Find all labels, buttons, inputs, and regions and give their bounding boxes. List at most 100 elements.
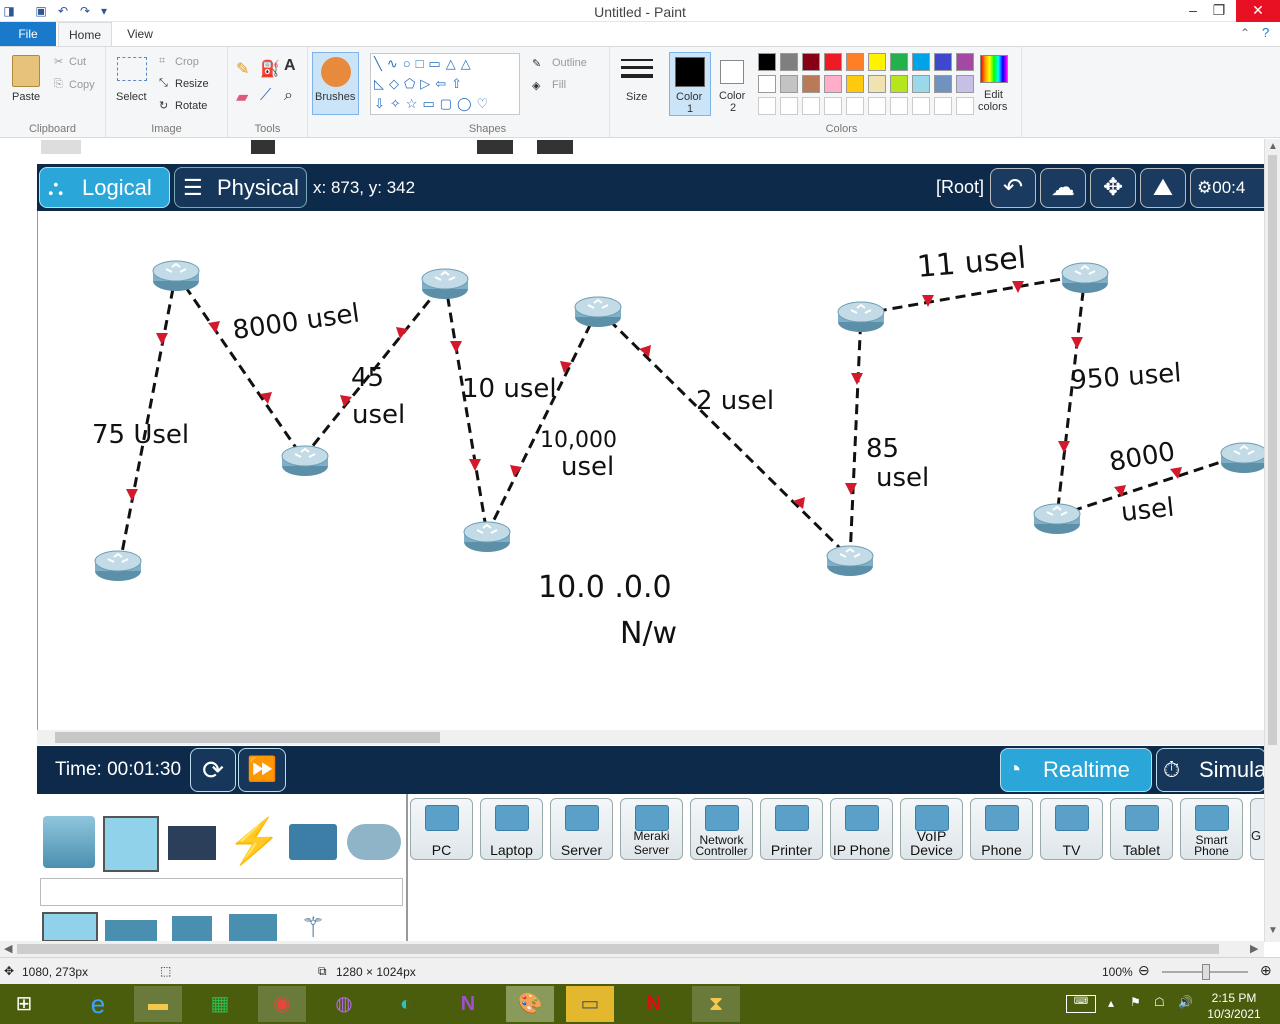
tab-home[interactable]: Home <box>58 22 112 46</box>
router[interactable] <box>152 260 200 292</box>
router[interactable] <box>1033 503 1081 535</box>
eraser-icon[interactable]: ▰ <box>236 87 248 107</box>
router[interactable] <box>837 301 885 333</box>
subcategory-power-grid-icon[interactable]: ⚚ <box>295 914 331 942</box>
fill-bucket-icon[interactable]: ⛽ <box>260 59 280 79</box>
chrome-icon[interactable]: ◉ <box>258 986 306 1022</box>
palette-swatch[interactable] <box>890 75 908 93</box>
device-laptop[interactable]: Laptop <box>480 798 543 860</box>
fill-button[interactable]: Fill <box>552 79 566 91</box>
action-flag-icon[interactable]: ⚑ <box>1130 995 1141 1009</box>
resize-button[interactable]: Resize <box>175 78 209 90</box>
copy-button[interactable]: Copy <box>69 79 95 91</box>
palette-empty-swatch[interactable] <box>868 97 886 115</box>
back-icon[interactable]: ↶ <box>990 168 1036 208</box>
outline-button[interactable]: Outline <box>552 57 587 69</box>
palette-swatch[interactable] <box>868 75 886 93</box>
store-icon[interactable]: ▦ <box>196 986 244 1022</box>
color-picker-icon[interactable]: ⟋ <box>260 87 271 105</box>
physical-tab[interactable]: ☰ Physical <box>174 167 307 208</box>
router[interactable] <box>826 545 874 577</box>
keyboard-icon[interactable]: ⌨ <box>1066 995 1096 1013</box>
scroll-right-icon[interactable]: ▶ <box>1250 942 1258 955</box>
subcategory-end-devices-icon[interactable] <box>42 912 98 942</box>
pt-horizontal-scrollbar[interactable] <box>37 730 1264 745</box>
palette-swatch[interactable] <box>802 75 820 93</box>
new-cluster-icon[interactable]: ☁ <box>1040 168 1086 208</box>
zoom-slider-thumb[interactable] <box>1202 964 1210 980</box>
palette-swatch[interactable] <box>956 53 974 71</box>
palette-swatch[interactable] <box>802 53 820 71</box>
horizontal-scroll-thumb[interactable] <box>17 944 1219 954</box>
close-button[interactable]: ✕ <box>1236 0 1280 22</box>
miscellaneous-category-icon[interactable] <box>289 824 337 860</box>
move-icon[interactable]: ✥ <box>1090 168 1136 208</box>
tab-view[interactable]: View <box>114 22 166 46</box>
vertical-scrollbar[interactable]: ▲ ▼ <box>1264 139 1280 942</box>
palette-empty-swatch[interactable] <box>890 97 908 115</box>
netflix-icon[interactable]: N <box>630 986 678 1022</box>
fast-forward-icon[interactable]: ⏩ <box>238 748 286 792</box>
zoom-out-icon[interactable]: ⊖ <box>1138 962 1150 979</box>
palette-empty-swatch[interactable] <box>802 97 820 115</box>
end-devices-category-icon[interactable] <box>103 816 159 872</box>
horizontal-scrollbar[interactable]: ◀ ▶ <box>0 941 1264 957</box>
device-meraki-server[interactable]: Meraki Server <box>620 798 683 860</box>
palette-swatch[interactable] <box>868 53 886 71</box>
background-image-icon[interactable]: ⛰ <box>1140 168 1186 208</box>
color2-button[interactable]: Color 2 <box>714 52 756 116</box>
rotate-button[interactable]: Rotate <box>175 100 207 112</box>
edit-colors-label-2[interactable]: colors <box>978 101 1007 113</box>
palette-swatch[interactable] <box>956 75 974 93</box>
multiuser-category-icon[interactable] <box>347 824 401 860</box>
palette-swatch[interactable] <box>824 75 842 93</box>
subcategory-home-icon[interactable] <box>105 920 157 942</box>
magnifier-icon[interactable]: ⌕ <box>284 87 293 105</box>
packet-tracer-icon[interactable]: ⧗ <box>692 986 740 1022</box>
viewport-icon[interactable]: ⚙00:4 <box>1190 168 1264 208</box>
subcategory-smart-city-icon[interactable] <box>172 916 212 942</box>
router[interactable] <box>281 445 329 477</box>
brushes-button[interactable]: Brushes <box>312 52 359 115</box>
palette-swatch[interactable] <box>912 53 930 71</box>
text-icon[interactable]: A <box>284 57 296 75</box>
subcategory-industrial-icon[interactable] <box>229 914 277 942</box>
device-pc[interactable]: PC <box>410 798 473 860</box>
select-button[interactable]: Select <box>116 91 147 103</box>
router[interactable] <box>421 268 469 300</box>
device-printer[interactable]: Printer <box>760 798 823 860</box>
palette-swatch[interactable] <box>846 53 864 71</box>
firefox-icon[interactable]: ◍ <box>320 986 368 1022</box>
network-icon[interactable]: ☖ <box>1154 995 1165 1009</box>
vertical-scroll-thumb[interactable] <box>1268 155 1277 745</box>
device-phone[interactable]: Phone <box>970 798 1033 860</box>
palette-empty-swatch[interactable] <box>824 97 842 115</box>
connections-category-icon[interactable]: ⚡ <box>227 816 282 868</box>
paste-button[interactable]: Paste <box>12 91 40 103</box>
cut-button[interactable]: Cut <box>69 56 86 68</box>
palette-swatch[interactable] <box>780 53 798 71</box>
usb-icon[interactable]: ▭ <box>566 986 614 1022</box>
help-icon[interactable]: ? <box>1262 25 1269 40</box>
palette-swatch[interactable] <box>758 53 776 71</box>
palette-swatch[interactable] <box>934 53 952 71</box>
scroll-left-icon[interactable]: ◀ <box>4 942 12 955</box>
internet-explorer-icon[interactable]: e <box>74 986 122 1022</box>
shapes-gallery[interactable]: ╲∿○□▭△△ ◺◇⬠▷⇦⇧ ⇩✧☆▭▢◯♡ <box>370 53 520 115</box>
show-hidden-icons[interactable]: ▴ <box>1108 996 1114 1010</box>
palette-swatch[interactable] <box>824 53 842 71</box>
paste-icon[interactable] <box>12 55 40 87</box>
device-voip-device[interactable]: VoIP Device <box>900 798 963 860</box>
router[interactable] <box>1220 442 1268 474</box>
collapse-ribbon-icon[interactable]: ⌃ <box>1240 26 1250 40</box>
palette-empty-swatch[interactable] <box>780 97 798 115</box>
pt-scroll-thumb[interactable] <box>55 732 440 743</box>
palette-empty-swatch[interactable] <box>956 97 974 115</box>
palette-swatch[interactable] <box>912 75 930 93</box>
color1-button[interactable]: Color 1 <box>669 52 711 116</box>
router[interactable] <box>94 550 142 582</box>
palette-swatch[interactable] <box>934 75 952 93</box>
scroll-up-icon[interactable]: ▲ <box>1268 141 1278 152</box>
pencil-icon[interactable]: ✎ <box>236 59 249 79</box>
simulation-button[interactable]: ⏱ Simula <box>1156 748 1266 792</box>
